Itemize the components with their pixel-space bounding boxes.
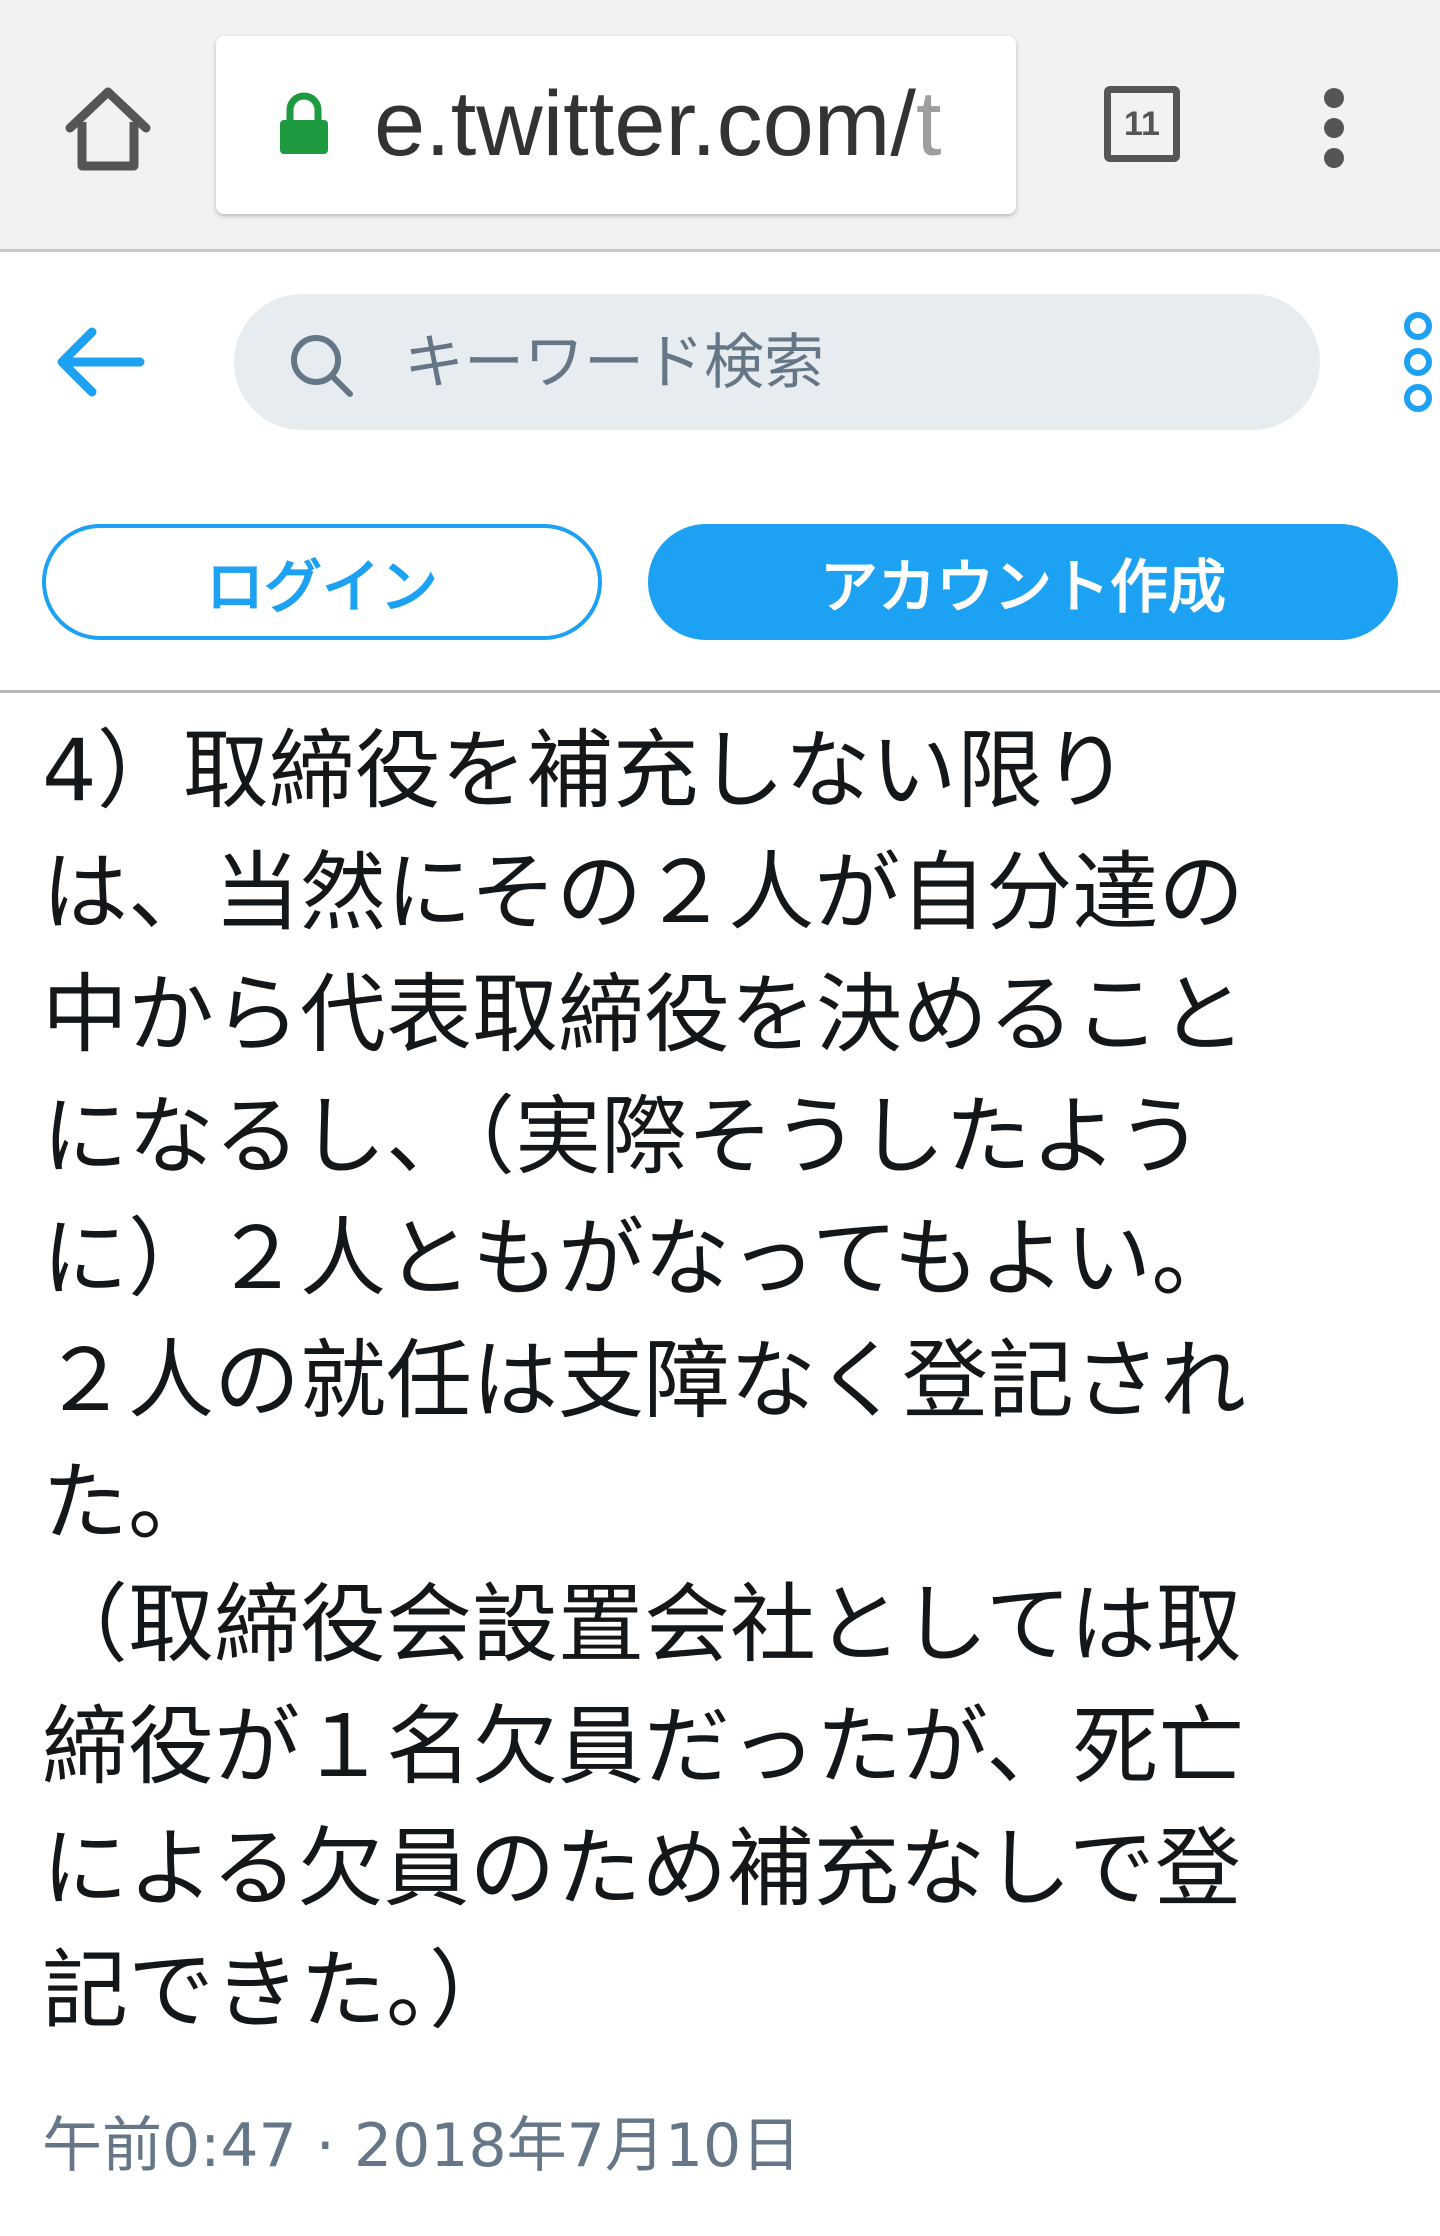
tweet-line: ２人の就任は支障なく登記され — [42, 1331, 1246, 1431]
tweet-line: 記できた。） — [42, 1941, 515, 2041]
tab-switcher-button[interactable]: 11 — [1104, 86, 1180, 162]
more-vertical-icon[interactable] — [1404, 312, 1440, 416]
signup-label: アカウント作成 — [819, 553, 1226, 621]
search-icon — [286, 330, 356, 400]
search-input[interactable]: キーワード検索 — [234, 294, 1320, 430]
tweet-timestamp[interactable]: 午前0:47 · 2018年7月10日 — [42, 2110, 801, 2182]
lock-icon — [278, 92, 330, 156]
browser-toolbar: e.twitter.com/t 11 — [0, 0, 1440, 252]
tweet-line: （取締役会設置会社としては取 — [42, 1575, 1242, 1675]
tweet-line: 4）取締役を補充しない限り — [42, 721, 1129, 821]
login-label: ログイン — [205, 553, 438, 621]
tweet-line: は、当然にその２人が自分達の — [42, 843, 1245, 943]
url-path: t — [915, 73, 942, 175]
tweet-line: 中から代表取締役を決めること — [42, 965, 1246, 1065]
search-placeholder: キーワード検索 — [404, 328, 824, 398]
home-icon[interactable] — [58, 78, 158, 178]
tweet-line: に）２人ともがなってもよい。 — [42, 1209, 1238, 1309]
signup-button[interactable]: アカウント作成 — [648, 524, 1398, 640]
tweet-line: になるし、（実際そうしたよう — [42, 1087, 1203, 1187]
arrow-left-icon[interactable] — [52, 320, 152, 404]
login-button[interactable]: ログイン — [42, 524, 602, 640]
address-bar[interactable]: e.twitter.com/t — [216, 36, 1016, 214]
tweet-line: 締役が１名欠員だったが、死亡 — [42, 1697, 1245, 1797]
url-host: e.twitter.com/ — [374, 73, 916, 175]
tweet-line: による欠員のため補充なしで登 — [42, 1819, 1241, 1919]
kebab-menu-icon[interactable] — [1312, 88, 1356, 168]
tweet-line: た。 — [42, 1453, 214, 1553]
tweet-text: 4）取締役を補充しない限り は、当然にその２人が自分達の 中から代表取締役を決め… — [42, 710, 1422, 2052]
tab-count: 11 — [1124, 104, 1160, 143]
url-text: e.twitter.com/t — [374, 74, 942, 174]
divider — [0, 690, 1440, 693]
